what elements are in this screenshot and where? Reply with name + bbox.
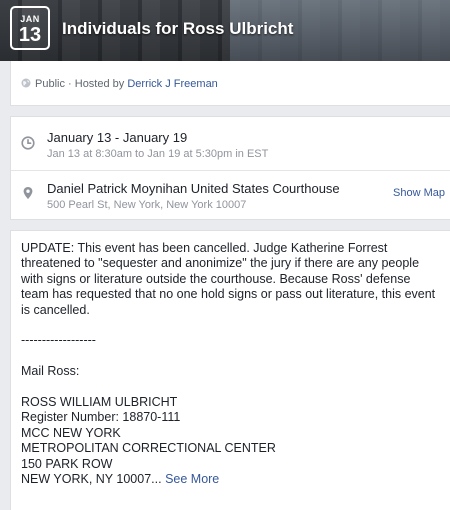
clock-icon — [21, 136, 35, 150]
see-more-link[interactable]: See More — [165, 472, 219, 486]
host-card: Public · Hosted by Derrick J Freeman — [10, 61, 450, 106]
address-line: MCC NEW YORK — [21, 425, 121, 440]
show-map-link[interactable]: Show Map — [393, 187, 445, 199]
address-line: ROSS WILLIAM ULBRICHT — [21, 395, 178, 410]
venue-address: 500 Pearl St, New York, New York 10007 — [47, 199, 247, 211]
map-pin-icon — [23, 187, 33, 199]
date-month: JAN — [20, 14, 40, 24]
time-row: January 13 - January 19 Jan 13 at 8:30am… — [11, 117, 450, 171]
hosted-by-label: Hosted by — [74, 78, 128, 90]
host-info: Public · Hosted by Derrick J Freeman — [21, 78, 218, 90]
address-line: NEW YORK, NY 10007... — [21, 472, 162, 487]
event-title[interactable]: Individuals for Ross Ulbricht — [62, 19, 293, 39]
divider-line: ------------------ — [21, 333, 96, 348]
date-day: 13 — [18, 24, 42, 46]
details-card: January 13 - January 19 Jan 13 at 8:30am… — [10, 116, 450, 220]
description-card: UPDATE: This event has been cancelled. J… — [10, 230, 450, 510]
event-description: UPDATE: This event has been cancelled. J… — [21, 241, 441, 487]
address-last-line: NEW YORK, NY 10007... See More — [21, 472, 441, 487]
event-cover: JAN 13 Individuals for Ross Ulbricht — [0, 0, 450, 61]
address-line: Register Number: 18870-111 — [21, 410, 181, 425]
separator: · — [64, 78, 75, 90]
venue-name[interactable]: Daniel Patrick Moynihan United States Co… — [47, 181, 340, 196]
update-paragraph: UPDATE: This event has been cancelled. J… — [21, 241, 436, 317]
host-link[interactable]: Derrick J Freeman — [127, 78, 217, 90]
date-badge: JAN 13 — [10, 6, 50, 50]
event-date-range: January 13 - January 19 — [47, 130, 188, 145]
address-line: METROPOLITAN CORRECTIONAL CENTER — [21, 441, 276, 456]
address-line: 150 PARK ROW — [21, 456, 113, 471]
mail-label: Mail Ross: — [21, 364, 80, 379]
globe-icon — [21, 78, 31, 88]
privacy-label: Public — [35, 78, 65, 90]
event-time-detail: Jan 13 at 8:30am to Jan 19 at 5:30pm in … — [47, 148, 269, 160]
location-row: Daniel Patrick Moynihan United States Co… — [11, 170, 450, 220]
